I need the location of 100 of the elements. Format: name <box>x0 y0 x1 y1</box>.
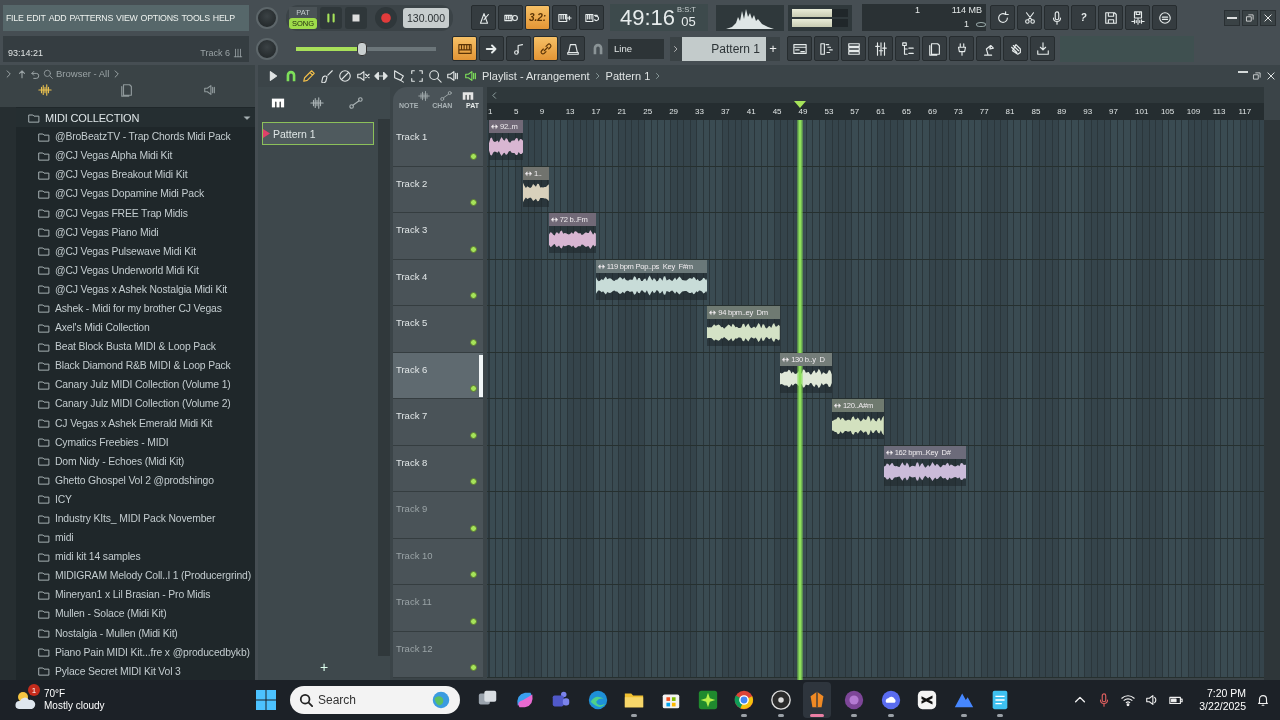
toolbar-button[interactable] <box>452 36 477 61</box>
mute-button[interactable] <box>470 338 477 346</box>
zoom-icon[interactable] <box>428 69 442 83</box>
folder-item[interactable]: Cymatics Freebies - MIDI <box>16 432 255 452</box>
tempo-field[interactable]: 130.000 <box>403 7 449 28</box>
toolbar-button[interactable] <box>1030 36 1055 61</box>
track-header[interactable]: Track 1 <box>393 120 483 167</box>
toolbar-button[interactable] <box>1152 5 1177 30</box>
toolbar-button[interactable] <box>1044 5 1069 30</box>
pause-button[interactable] <box>320 6 342 29</box>
folder-item[interactable]: @CJ Vegas Underworld Midi Kit <box>16 260 255 280</box>
pattern-item[interactable]: Pattern 1 <box>262 122 374 145</box>
toolbar-button[interactable] <box>990 5 1015 30</box>
track-header[interactable]: Track 6 <box>393 352 483 399</box>
minimize-button[interactable] <box>1224 9 1240 26</box>
folder-item[interactable]: Piano Pain MIDI Kit...fre x @producedbykb) <box>16 642 255 662</box>
close-button[interactable] <box>1260 9 1276 26</box>
record-button[interactable] <box>375 6 397 29</box>
menu-item[interactable]: PATTERNS <box>69 12 114 23</box>
time-ruler[interactable]: 1 5 9 13 17 21 25 29 33 37 41 45 49 53 57 61 65 69 73 77 81 85 89 93 97 101 105 109 113 117 <box>487 103 1264 120</box>
folder-item[interactable]: Axel's Midi Collection <box>16 318 255 338</box>
magnet-icon[interactable] <box>284 69 298 83</box>
track-lane[interactable] <box>487 538 1264 585</box>
snap-dropdown[interactable]: Line <box>608 38 664 59</box>
mute-button[interactable] <box>470 478 477 485</box>
toolbar-button[interactable] <box>560 36 585 61</box>
menu-item[interactable]: ADD <box>48 12 67 23</box>
mute-button[interactable] <box>470 152 477 160</box>
menu-item[interactable]: OPTIONS <box>140 12 179 23</box>
folder-item[interactable]: @CJ Vegas Pulsewave Midi Kit <box>16 241 255 261</box>
menu-item[interactable]: VIEW <box>116 12 138 23</box>
mute-icon[interactable] <box>356 69 370 83</box>
search-field[interactable]: Search <box>290 686 460 714</box>
stop-button[interactable] <box>345 6 367 29</box>
browser-title[interactable]: Browser - All <box>56 68 110 79</box>
folder-item[interactable]: Industry KIts_ MIDI Pack November <box>16 508 255 529</box>
scrollbar[interactable] <box>0 107 16 680</box>
toolbar-button[interactable] <box>1017 5 1042 30</box>
track-lane[interactable] <box>487 585 1264 632</box>
toolbar-button[interactable] <box>552 5 577 30</box>
toolbar-button[interactable] <box>479 36 504 61</box>
toolbar-button[interactable] <box>976 36 1001 61</box>
mute-button[interactable] <box>470 292 477 299</box>
select-icon[interactable] <box>410 69 424 83</box>
toolbar-button[interactable] <box>949 36 974 61</box>
toolbar-button[interactable] <box>498 5 523 30</box>
folder-item[interactable]: Beat Block Busta MIDI & Loop Pack <box>16 337 255 357</box>
folder-item[interactable]: Dom Nidy - Echoes (Midi Kit) <box>16 451 255 471</box>
track-header[interactable]: Track 8 <box>393 445 483 492</box>
double-arrow-icon[interactable] <box>374 69 388 83</box>
toolbar-button[interactable] <box>506 36 531 61</box>
toolbar-button[interactable] <box>841 36 866 61</box>
pencil-icon[interactable] <box>302 69 316 83</box>
clock-time[interactable]: 7:20 PM <box>1206 687 1246 700</box>
pattern-breadcrumb[interactable]: Pattern 1 <box>605 70 651 82</box>
wifi-icon[interactable] <box>1121 693 1136 707</box>
folder-item[interactable]: @CJ Vegas Alpha Midi Kit <box>16 146 255 166</box>
toolbar-button[interactable] <box>471 5 496 30</box>
restore-button[interactable] <box>1242 9 1258 26</box>
folder-item[interactable]: MIDI COLLECTION <box>16 108 255 128</box>
track-header[interactable]: Track 3 <box>393 213 483 260</box>
folder-item[interactable]: Mullen - Solace (Midi Kit) <box>16 604 255 624</box>
pattern-field[interactable]: Pattern 1 <box>682 36 766 61</box>
toolbar-button[interactable] <box>1098 5 1123 30</box>
toolbar-button[interactable] <box>814 36 839 61</box>
toolbar-button[interactable] <box>1125 5 1150 30</box>
add-button[interactable]: + <box>314 656 334 678</box>
countdown-button[interactable]: 3.2: <box>525 5 550 30</box>
folder-item[interactable]: Ghetto Ghospel Vol 2 @prodshingo <box>16 470 255 490</box>
folder-item[interactable]: MIDIGRAM Melody Coll..l 1 (Producergrind) <box>16 566 255 586</box>
folder-item[interactable]: ICY <box>16 489 255 509</box>
folder-item[interactable]: @CJ Vegas Dopamine Midi Pack <box>16 184 255 204</box>
menu-item[interactable]: EDIT <box>26 12 46 23</box>
windows-icon[interactable] <box>254 688 278 712</box>
folder-item[interactable]: @BroBeatzTV - Trap Chords Midi Pack <box>16 127 255 147</box>
toolbar-button[interactable] <box>787 36 812 61</box>
knife-icon[interactable] <box>392 69 406 83</box>
toolbar-button[interactable] <box>868 36 893 61</box>
folder-item[interactable]: Pylace Secret MIDI Kit Vol 3 <box>16 661 255 680</box>
track-lane[interactable] <box>487 631 1264 678</box>
track-header[interactable]: Track 4 <box>393 259 483 306</box>
folder-item[interactable]: @CJ Vegas x Ashek Nostalgia Midi Kit <box>16 279 255 299</box>
menu-item[interactable]: HELP <box>212 12 235 23</box>
toolbar-button[interactable] <box>1003 36 1028 61</box>
folder-item[interactable]: CJ Vegas x Ashek Emerald Midi Kit <box>16 413 255 433</box>
mute-button[interactable] <box>470 385 477 392</box>
knob[interactable] <box>256 37 278 60</box>
mute-button[interactable] <box>470 431 477 439</box>
mute-button[interactable] <box>470 199 477 206</box>
toolbar-button[interactable] <box>922 36 947 61</box>
folder-item[interactable]: @CJ Vegas Breakout Midi Kit <box>16 165 255 185</box>
toolbar-button[interactable] <box>579 5 604 30</box>
no-entry-icon[interactable] <box>338 69 352 83</box>
help-button[interactable]: ? <box>1071 5 1096 30</box>
folder-item[interactable]: midi kit 14 samples <box>16 547 255 567</box>
toolbar-button[interactable] <box>533 36 558 61</box>
bell-icon[interactable] <box>1256 693 1270 707</box>
slider-thumb[interactable] <box>356 41 367 56</box>
track-header[interactable]: Track 5 <box>393 306 483 353</box>
folder-item[interactable]: @CJ Vegas Piano Midi <box>16 222 255 242</box>
